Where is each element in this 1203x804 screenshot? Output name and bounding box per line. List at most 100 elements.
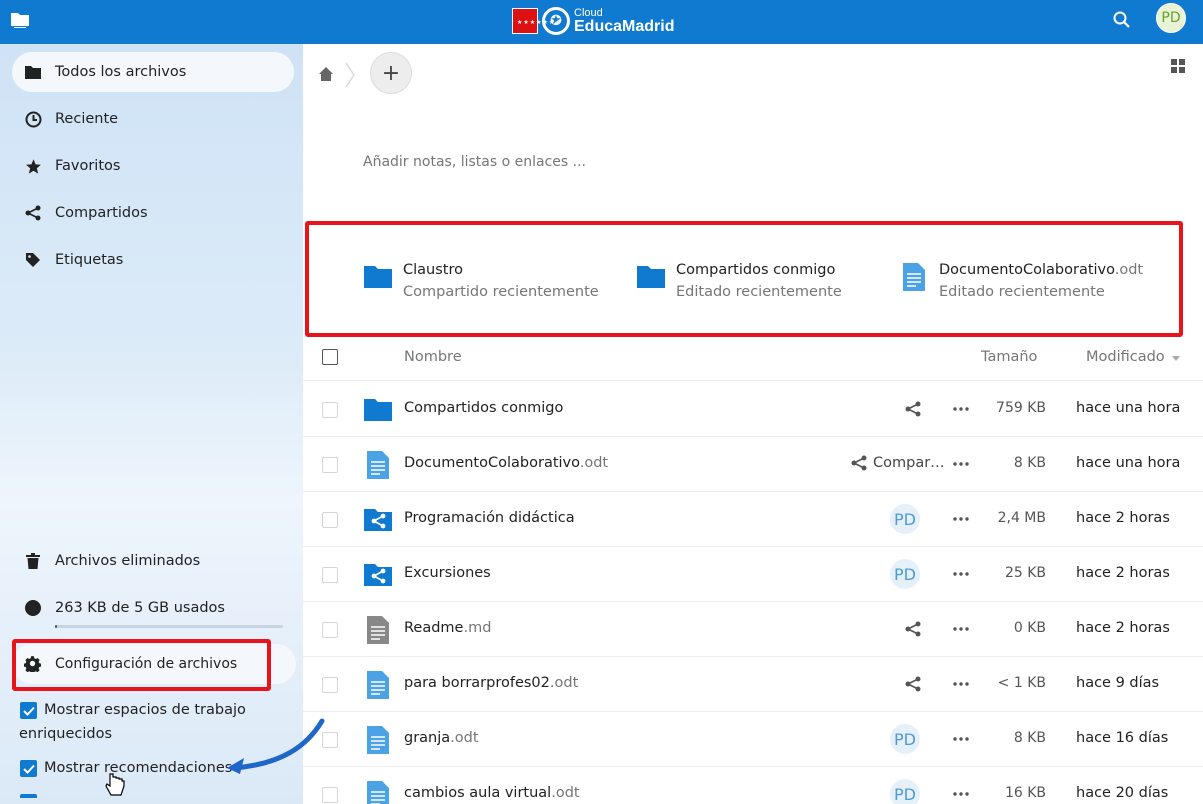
file-size: 0 KB xyxy=(1013,620,1046,636)
file-name[interactable]: granja.odt xyxy=(404,730,479,746)
file-row[interactable]: Programación didáctica PD 2,4 MB hace 2 hor… xyxy=(303,492,1203,547)
share-button[interactable]: Compar… xyxy=(851,455,945,471)
file-row[interactable]: cambios aula virtual.odt PD 16 KB hace 20 d… xyxy=(303,767,1203,804)
notes-placeholder[interactable]: Añadir notas, listas o enlaces ... xyxy=(363,154,586,170)
quota-progress-bar xyxy=(55,625,283,628)
file-size: < 1 KB xyxy=(997,675,1046,691)
file-extension: .odt xyxy=(450,730,479,746)
file-row[interactable]: para borrarprofes02.odt < 1 KB hace 9 días xyxy=(303,657,1203,712)
file-name[interactable]: cambios aula virtual.odt xyxy=(404,785,580,801)
more-actions-icon[interactable] xyxy=(951,674,971,694)
row-checkbox[interactable] xyxy=(322,402,338,418)
folder-icon xyxy=(24,63,42,81)
sidebar: Todos los archivos Reciente Favoritos Co… xyxy=(0,44,303,804)
more-actions-icon[interactable] xyxy=(951,399,971,419)
file-name[interactable]: para borrarprofes02.odt xyxy=(404,675,578,691)
checkbox-checked-icon[interactable] xyxy=(20,702,37,719)
more-actions-icon[interactable] xyxy=(951,509,971,529)
file-modified: hace 2 horas xyxy=(1076,565,1170,581)
file-extension: .odt xyxy=(549,675,579,691)
document-icon xyxy=(363,725,393,755)
file-name[interactable]: Excursiones xyxy=(404,565,491,581)
grid-view-icon[interactable] xyxy=(1171,59,1185,73)
share-icon[interactable] xyxy=(905,621,923,639)
clock-icon xyxy=(24,110,42,128)
main-content: + Añadir notas, listas o enlaces ... Cla… xyxy=(303,44,1203,804)
sidebar-item-recent[interactable]: Reciente xyxy=(12,99,294,139)
user-avatar[interactable]: PD xyxy=(1156,3,1186,33)
share-icon xyxy=(851,455,867,471)
file-name[interactable]: Readme.md xyxy=(404,620,491,636)
row-checkbox[interactable] xyxy=(322,567,338,583)
row-checkbox[interactable] xyxy=(322,787,338,803)
file-size: 2,4 MB xyxy=(997,510,1046,526)
file-size: 8 KB xyxy=(1013,730,1046,746)
sidebar-item-favorites[interactable]: Favoritos xyxy=(12,146,294,186)
more-actions-icon[interactable] xyxy=(951,784,971,804)
more-actions-icon[interactable] xyxy=(951,454,971,474)
sort-caret-icon xyxy=(1172,356,1180,361)
file-list-header: Nombre Tamaño Modificado xyxy=(303,336,1203,381)
share-label: Compar… xyxy=(873,455,945,471)
share-icon[interactable] xyxy=(905,676,923,694)
home-icon[interactable] xyxy=(318,66,334,82)
file-size: 16 KB xyxy=(1004,785,1046,801)
file-modified: hace 20 días xyxy=(1076,785,1169,801)
folder-app-icon[interactable] xyxy=(10,11,30,28)
shared-folder-icon xyxy=(363,505,393,535)
shared-with-avatar[interactable]: PD xyxy=(890,724,920,754)
row-checkbox[interactable] xyxy=(322,622,338,638)
search-icon[interactable] xyxy=(1110,8,1134,32)
file-name[interactable]: Compartidos conmigo xyxy=(404,400,563,416)
row-checkbox[interactable] xyxy=(322,677,338,693)
share-icon[interactable] xyxy=(905,401,923,419)
shared-with-avatar[interactable]: PD xyxy=(890,779,920,804)
checkbox-checked-icon[interactable] xyxy=(20,760,37,777)
column-name[interactable]: Nombre xyxy=(404,349,462,365)
more-actions-icon[interactable] xyxy=(951,619,971,639)
quota-progress-fill xyxy=(55,625,58,628)
column-size[interactable]: Tamaño xyxy=(981,349,1037,365)
shared-with-avatar[interactable]: PD xyxy=(890,559,920,589)
file-name[interactable]: Programación didáctica xyxy=(404,510,575,526)
select-all-checkbox[interactable] xyxy=(322,349,338,365)
text-file-icon xyxy=(363,615,393,645)
file-name[interactable]: DocumentoColaborativo.odt xyxy=(404,455,608,471)
file-modified: hace una hora xyxy=(1076,400,1181,416)
document-icon xyxy=(363,670,393,700)
sidebar-item-shared[interactable]: Compartidos xyxy=(12,193,294,233)
sidebar-item-label: Compartidos xyxy=(55,205,148,221)
file-row[interactable]: Readme.md 0 KB hace 2 horas xyxy=(303,602,1203,657)
more-actions-icon[interactable] xyxy=(951,564,971,584)
trash-icon xyxy=(24,552,42,570)
more-actions-icon[interactable] xyxy=(951,729,971,749)
checkbox-rich-workspaces[interactable]: Mostrar espacios de trabajo xyxy=(20,698,246,722)
sidebar-item-all-files[interactable]: Todos los archivos xyxy=(12,52,294,92)
column-modified[interactable]: Modificado xyxy=(1086,349,1165,365)
top-header: ★★★★★★★ ✪ Cloud EducaMadrid PD xyxy=(0,0,1203,44)
row-checkbox[interactable] xyxy=(322,457,338,473)
star-icon xyxy=(24,157,42,175)
file-row[interactable]: DocumentoColaborativo.odt Compar… 8 KB hace… xyxy=(303,437,1203,492)
add-new-button[interactable]: + xyxy=(370,52,412,94)
sidebar-item-label: Archivos eliminados xyxy=(55,553,201,569)
file-modified: hace 9 días xyxy=(1076,675,1160,691)
checkbox-partial[interactable] xyxy=(20,794,37,798)
shared-folder-icon xyxy=(363,560,393,590)
educamadrid-logo[interactable]: ★★★★★★★ ✪ Cloud EducaMadrid xyxy=(512,5,674,37)
checkbox-recommendations[interactable]: Mostrar recomendaciones xyxy=(20,756,232,780)
shared-with-avatar[interactable]: PD xyxy=(890,504,920,534)
document-icon xyxy=(363,450,393,480)
breadcrumb-separator-icon xyxy=(345,62,355,88)
checkbox-label: Mostrar recomendaciones xyxy=(44,760,233,776)
brand-big: EducaMadrid xyxy=(574,17,675,35)
sidebar-item-tags[interactable]: Etiquetas xyxy=(12,240,294,280)
sidebar-item-deleted-files[interactable]: Archivos eliminados xyxy=(12,541,294,581)
file-row[interactable]: Compartidos conmigo 759 KB hace una hora xyxy=(303,382,1203,437)
madrid-flag-logo: ★★★★★★★ xyxy=(512,8,561,34)
file-row[interactable]: granja.odt PD 8 KB hace 16 días xyxy=(303,712,1203,767)
file-modified: hace 2 horas xyxy=(1076,510,1170,526)
row-checkbox[interactable] xyxy=(322,512,338,528)
sidebar-item-label: Etiquetas xyxy=(55,252,124,268)
file-row[interactable]: Excursiones PD 25 KB hace 2 horas xyxy=(303,547,1203,602)
